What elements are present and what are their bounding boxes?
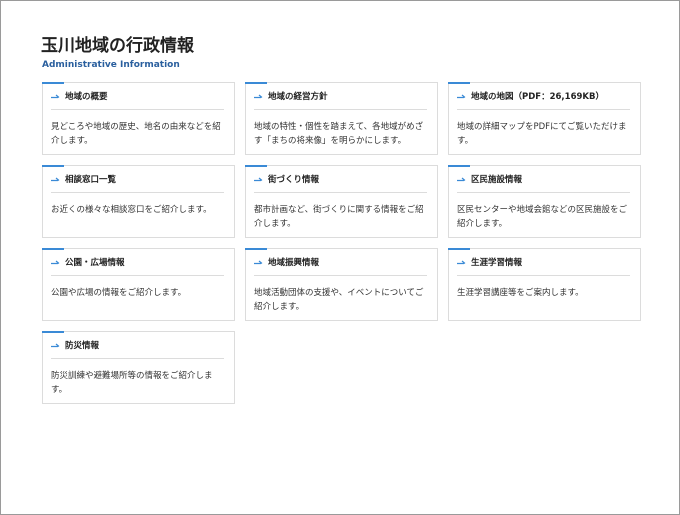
card-description: 区民センターや地域会館などの区民施設をご紹介します。 [457,205,628,229]
info-card-grid: 地域の概要 見どころや地域の歴史、地名の由来などを紹介します。 地域の経営方針 … [42,82,641,404]
card-description: 公園や広場の情報をご紹介します。 [51,288,187,298]
card-title[interactable]: 相談窓口一覧 [65,173,116,185]
arrow-right-icon [51,94,60,99]
arrow-right-icon [457,177,466,182]
arrow-right-icon [254,94,263,99]
page-subtitle: Administrative Information [42,60,180,70]
arrow-right-icon [457,260,466,265]
card-header: 生涯学習情報 [448,248,630,276]
card-header: 地域の地図（PDF：26,169KB） [448,82,630,110]
arrow-right-icon [254,260,263,265]
card-header: 地域の概要 [42,82,224,110]
card-title[interactable]: 公園・広場情報 [65,256,125,268]
card-lifelong-learning[interactable]: 生涯学習情報 生涯学習講座等をご案内します。 [448,248,641,321]
card-parks[interactable]: 公園・広場情報 公園や広場の情報をご紹介します。 [42,248,235,321]
arrow-right-icon [51,177,60,182]
card-title[interactable]: 地域の地図（PDF：26,169KB） [471,90,604,102]
card-header: 地域振興情報 [245,248,427,276]
card-area-overview[interactable]: 地域の概要 見どころや地域の歴史、地名の由来などを紹介します。 [42,82,235,155]
card-management-policy[interactable]: 地域の経営方針 地域の特性・個性を踏まえて、各地域がめざす「まちの将来像」を明ら… [245,82,438,155]
arrow-right-icon [51,260,60,265]
card-community-promotion[interactable]: 地域振興情報 地域活動団体の支援や、イベントについてご紹介します。 [245,248,438,321]
card-title[interactable]: 区民施設情報 [471,173,522,185]
card-description: お近くの様々な相談窓口をご紹介します。 [51,205,212,215]
arrow-right-icon [51,343,60,348]
arrow-right-icon [254,177,263,182]
card-header: 地域の経営方針 [245,82,427,110]
card-description: 地域活動団体の支援や、イベントについてご紹介します。 [254,288,424,312]
card-description: 防災訓練や避難場所等の情報をご紹介します。 [51,371,213,395]
card-title[interactable]: 地域振興情報 [268,256,319,268]
card-header: 街づくり情報 [245,165,427,193]
card-title[interactable]: 防災情報 [65,339,99,351]
card-description: 生涯学習講座等をご案内します。 [457,288,584,298]
card-ward-facilities[interactable]: 区民施設情報 区民センターや地域会館などの区民施設をご紹介します。 [448,165,641,238]
card-title[interactable]: 街づくり情報 [268,173,319,185]
page-title: 玉川地域の行政情報 [41,36,194,56]
card-description: 見どころや地域の歴史、地名の由来などを紹介します。 [51,122,221,146]
card-header: 区民施設情報 [448,165,630,193]
card-title[interactable]: 地域の経営方針 [268,90,328,102]
card-title[interactable]: 生涯学習情報 [471,256,522,268]
card-description: 地域の詳細マップをPDFにてご覧いただけます。 [457,122,627,146]
card-disaster-prevention[interactable]: 防災情報 防災訓練や避難場所等の情報をご紹介します。 [42,331,235,404]
arrow-right-icon [457,94,466,99]
card-description: 地域の特性・個性を踏まえて、各地域がめざす「まちの将来像」を明らかにします。 [254,122,424,146]
card-description: 都市計画など、街づくりに関する情報をご紹介します。 [254,205,424,229]
card-area-map[interactable]: 地域の地図（PDF：26,169KB） 地域の詳細マップをPDFにてご覧いただけ… [448,82,641,155]
card-consultation-desks[interactable]: 相談窓口一覧 お近くの様々な相談窓口をご紹介します。 [42,165,235,238]
card-town-planning[interactable]: 街づくり情報 都市計画など、街づくりに関する情報をご紹介します。 [245,165,438,238]
card-title[interactable]: 地域の概要 [65,90,108,102]
card-header: 防災情報 [42,331,224,359]
card-header: 相談窓口一覧 [42,165,224,193]
card-header: 公園・広場情報 [42,248,224,276]
